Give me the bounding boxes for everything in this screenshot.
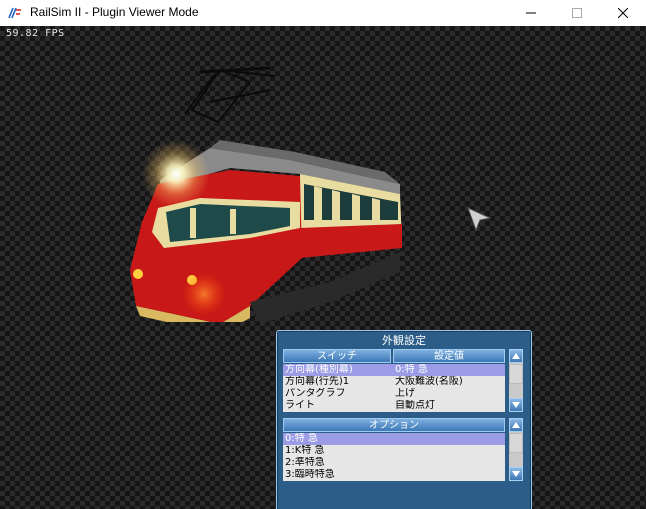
- option-column-header[interactable]: オプション: [283, 418, 505, 432]
- maximize-button[interactable]: [554, 0, 600, 26]
- switch-row-0[interactable]: 方向幕(種別幕) 0:特 急: [283, 364, 505, 376]
- appearance-settings-panel: 外観設定 スイッチ 設定値 方向幕(種別幕) 0:特 急 方向幕(行先)1 大阪…: [276, 330, 532, 509]
- arrow-down-icon: [512, 402, 520, 408]
- switch-name: ライト: [285, 400, 315, 411]
- close-button[interactable]: [600, 0, 646, 26]
- switch-name: 方向幕(行先)1: [285, 376, 350, 387]
- arrow-down-icon: [512, 471, 520, 477]
- option-row-1[interactable]: 1:K特 急: [283, 445, 505, 457]
- switch-row-3[interactable]: ライト 自動点灯: [283, 400, 505, 412]
- option-label: 2:準特急: [285, 457, 325, 468]
- option-scrollbar[interactable]: [509, 418, 523, 481]
- option-row-3[interactable]: 3:臨時特急: [283, 469, 505, 481]
- switch-name: 方向幕(種別幕): [285, 364, 353, 375]
- switch-column-header[interactable]: スイッチ: [283, 349, 391, 363]
- switch-scrollbar[interactable]: [509, 349, 523, 412]
- scroll-up-button[interactable]: [509, 349, 523, 363]
- maximize-icon: [572, 8, 582, 18]
- minimize-icon: [526, 12, 536, 14]
- title-bar: RailSim II - Plugin Viewer Mode: [0, 0, 646, 26]
- railsim-app-icon: [8, 6, 22, 20]
- window-title: RailSim II - Plugin Viewer Mode: [30, 5, 199, 19]
- arrow-up-icon: [512, 353, 520, 359]
- mouse-cursor-icon: [467, 207, 492, 232]
- fps-counter: 59.82 FPS: [6, 28, 65, 39]
- switch-value: 上げ: [395, 388, 415, 399]
- option-list: 0:特 急 1:K特 急 2:準特急 3:臨時特急: [283, 433, 505, 481]
- scroll-thumb[interactable]: [509, 364, 523, 384]
- scroll-up-button[interactable]: [509, 418, 523, 432]
- switch-value: 大阪難波(名阪): [395, 376, 463, 387]
- switch-table: 方向幕(種別幕) 0:特 急 方向幕(行先)1 大阪難波(名阪) パンタグラフ …: [283, 364, 505, 412]
- switch-name: パンタグラフ: [285, 388, 346, 399]
- scroll-thumb[interactable]: [509, 433, 523, 453]
- scroll-down-button[interactable]: [509, 467, 523, 481]
- option-row-2[interactable]: 2:準特急: [283, 457, 505, 469]
- switch-value: 自動点灯: [395, 400, 435, 411]
- option-row-0[interactable]: 0:特 急: [283, 433, 505, 445]
- minimize-button[interactable]: [508, 0, 554, 26]
- close-icon: [618, 8, 628, 18]
- train-model[interactable]: [100, 62, 420, 322]
- switch-row-2[interactable]: パンタグラフ 上げ: [283, 388, 505, 400]
- option-label: 3:臨時特急: [285, 469, 335, 480]
- 3d-viewport[interactable]: 59.82 FPS 外観設定 スイッチ 設定値 方向幕(種別幕) 0:特 急 方…: [0, 26, 646, 509]
- panel-title: 外観設定: [382, 334, 426, 347]
- value-column-header[interactable]: 設定値: [393, 349, 505, 363]
- switch-value: 0:特 急: [395, 364, 428, 375]
- option-label: 1:K特 急: [285, 445, 325, 456]
- option-label: 0:特 急: [285, 433, 318, 444]
- arrow-up-icon: [512, 422, 520, 428]
- scroll-down-button[interactable]: [509, 398, 523, 412]
- switch-row-1[interactable]: 方向幕(行先)1 大阪難波(名阪): [283, 376, 505, 388]
